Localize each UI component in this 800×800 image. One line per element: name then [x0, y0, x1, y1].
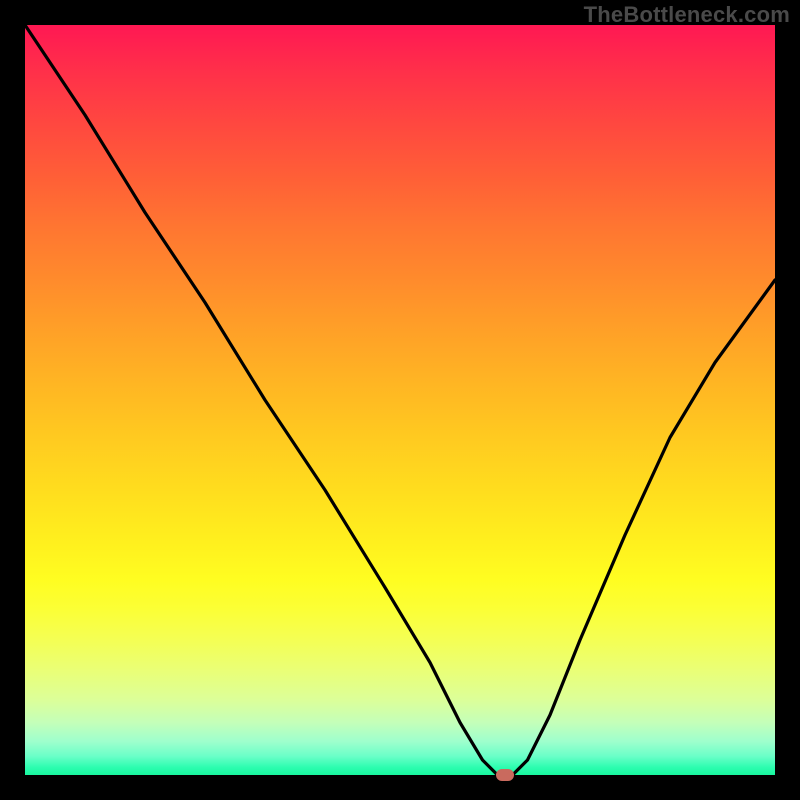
- watermark-text: TheBottleneck.com: [584, 2, 790, 28]
- plot-area: [25, 25, 775, 775]
- chart-frame: TheBottleneck.com: [0, 0, 800, 800]
- bottleneck-curve: [25, 25, 775, 775]
- optimal-marker: [496, 769, 514, 781]
- curve-svg: [25, 25, 775, 775]
